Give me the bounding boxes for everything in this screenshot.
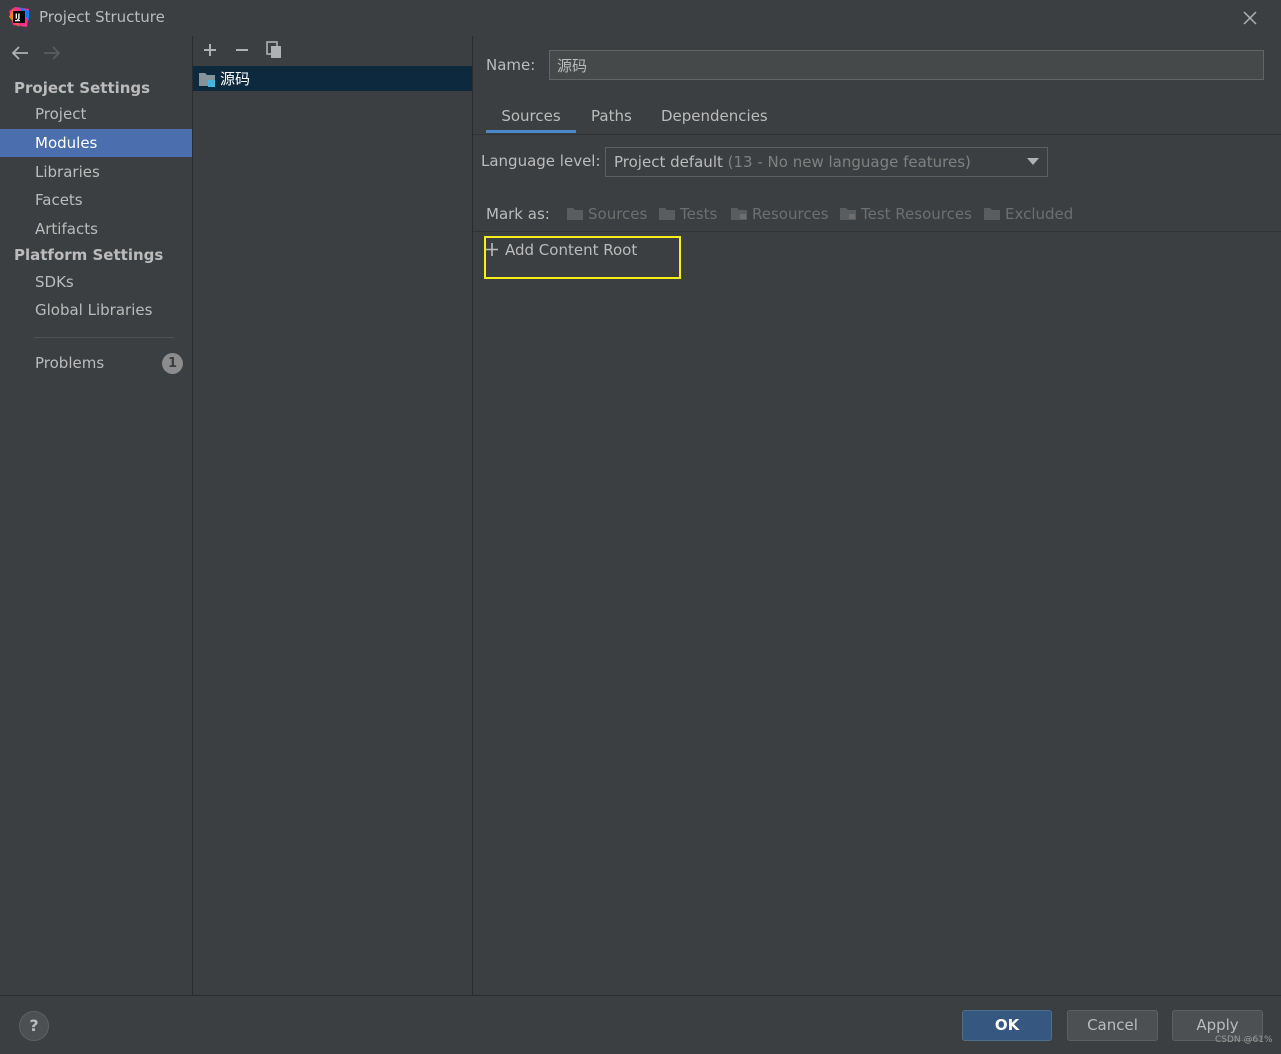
module-name-label: 源码 [220,70,251,88]
help-icon[interactable]: ? [19,1011,49,1041]
svg-text:IJ: IJ [15,13,20,21]
plus-icon[interactable] [486,243,498,256]
mark-as-tests-button[interactable]: Tests [658,205,717,223]
active-tab-indicator [486,130,576,133]
mark-as-excluded-button[interactable]: Excluded [983,205,1073,223]
copy-icon[interactable] [266,41,283,59]
mark-as-excluded-label: Excluded [1005,205,1074,223]
sidebar-item-artifacts[interactable]: Artifacts [0,215,192,243]
platform-settings-header: Platform Settings [14,246,164,264]
forward-arrow-icon [42,44,62,62]
title-bar [0,0,1281,36]
language-level-detail: (13 - No new language features) [727,153,971,171]
sidebar-item-libraries[interactable]: Libraries [0,158,192,186]
back-arrow-icon[interactable] [10,44,30,62]
excluded-folder-icon [984,208,1000,220]
add-content-root-link[interactable]: Add Content Root [505,241,637,259]
modules-list-pane [193,36,473,995]
mark-as-resources-button[interactable]: Resources [730,205,829,223]
tab-paths[interactable]: Paths [591,107,632,133]
window-title: Project Structure [39,8,165,26]
tab-dependencies[interactable]: Dependencies [661,107,768,133]
cancel-button[interactable]: Cancel [1067,1010,1158,1041]
mark-as-sources-button[interactable]: Sources [566,205,647,223]
sidebar-item-sdks[interactable]: SDKs [0,268,192,296]
resources-folder-icon [731,208,747,220]
mark-as-label: Mark as: [486,205,550,223]
project-settings-header: Project Settings [14,79,151,97]
test-resources-folder-icon [840,208,856,220]
mark-as-tests-label: Tests [680,205,718,223]
chevron-down-icon[interactable] [1027,158,1039,166]
tests-folder-icon [659,208,675,220]
sidebar-item-global-libraries[interactable]: Global Libraries [0,296,192,324]
language-level-value: Project default (13 - No new language fe… [614,153,971,171]
language-level-label: Language level: [481,152,601,170]
mark-as-resources-label: Resources [752,205,829,223]
problems-count-badge: 1 [162,353,183,374]
footer-divider [0,995,1281,996]
remove-icon[interactable] [234,42,250,58]
module-name-input[interactable] [549,50,1264,80]
mark-as-test-resources-button[interactable]: Test Resources [839,205,972,223]
module-folder-icon [198,71,216,88]
mark-as-sources-label: Sources [588,205,648,223]
tabs-divider [473,134,1281,135]
sources-folder-icon [567,208,583,220]
name-field-label: Name: [486,56,536,74]
watermark: CSDN @61% [1215,1035,1273,1045]
mark-as-test-resources-label: Test Resources [861,205,972,223]
close-icon[interactable] [1242,10,1258,26]
sidebar-item-facets[interactable]: Facets [0,186,192,214]
sidebar-divider [34,337,174,338]
sidebar-item-modules[interactable]: Modules [0,129,192,157]
sidebar-item-project[interactable]: Project [0,100,192,128]
intellij-app-icon: IJ [9,7,29,27]
ok-button[interactable]: OK [962,1010,1052,1041]
mark-as-divider [473,231,1281,232]
add-icon[interactable] [202,42,218,58]
language-level-selected: Project default [614,153,723,171]
